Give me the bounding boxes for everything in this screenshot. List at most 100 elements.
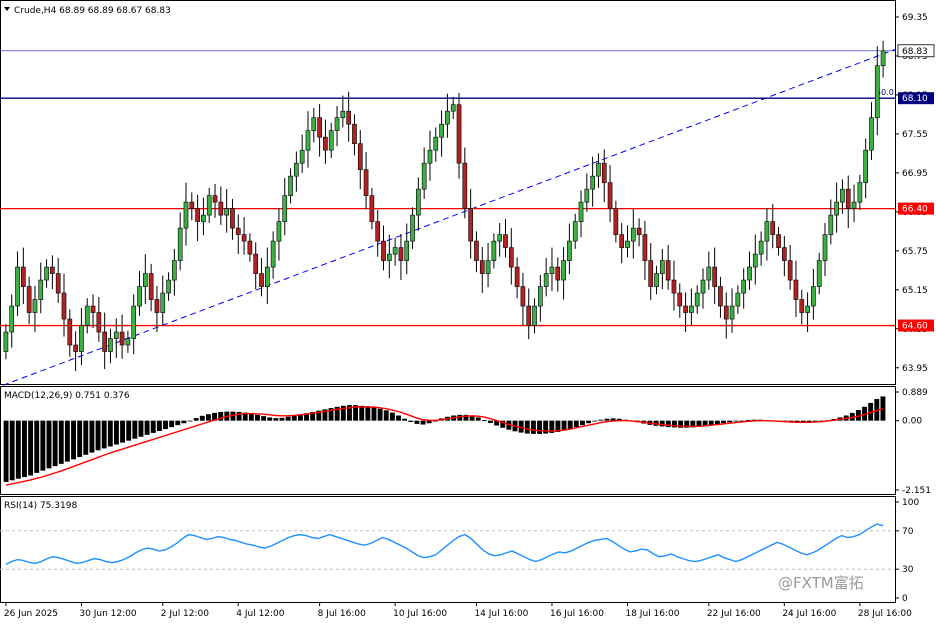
candle-body bbox=[479, 260, 485, 274]
candle-body bbox=[386, 253, 392, 261]
rsi-tick-label: 30 bbox=[902, 565, 914, 575]
candle-body bbox=[357, 143, 363, 170]
candle-body bbox=[630, 227, 636, 242]
candle-body bbox=[660, 260, 665, 274]
candle-body bbox=[462, 162, 468, 209]
candle-body bbox=[166, 279, 171, 294]
candle-body bbox=[369, 195, 375, 222]
rsi-title: RSI(14) 75.3198 bbox=[4, 501, 77, 511]
macd-bar bbox=[733, 420, 739, 422]
candle-body bbox=[578, 201, 584, 222]
candle-body bbox=[532, 305, 537, 326]
candle-body bbox=[665, 260, 671, 281]
candle-body bbox=[549, 266, 555, 274]
candle-body bbox=[125, 338, 131, 346]
macd-bar bbox=[52, 420, 58, 467]
watermark-label: @FXTM富拓 bbox=[778, 574, 864, 592]
x-tick-label: 24 Jul 16:00 bbox=[782, 609, 836, 619]
candle-body bbox=[590, 175, 595, 190]
candle-body bbox=[567, 240, 572, 261]
macd-bar bbox=[402, 418, 408, 421]
candle-body bbox=[572, 221, 578, 242]
macd-bar bbox=[101, 420, 107, 449]
macd-bar bbox=[279, 417, 285, 421]
candle-body bbox=[218, 201, 224, 216]
macd-bar bbox=[481, 420, 487, 421]
candle-body bbox=[253, 253, 259, 274]
x-tick-label: 16 Jul 16:00 bbox=[550, 609, 604, 619]
candle-body bbox=[445, 110, 450, 125]
candle-body bbox=[735, 292, 741, 307]
candle-body bbox=[305, 130, 311, 151]
macd-tick-label: -2.151 bbox=[902, 486, 931, 496]
macd-bar bbox=[727, 420, 733, 423]
macd-bar bbox=[267, 417, 273, 421]
macd-bar bbox=[28, 420, 34, 476]
macd-bar bbox=[580, 420, 585, 426]
candle-body bbox=[880, 50, 886, 67]
candle-body bbox=[723, 305, 729, 320]
candle-body bbox=[270, 240, 276, 268]
rsi-tick-label: 0 bbox=[902, 594, 908, 604]
candle-body bbox=[183, 201, 189, 229]
macd-bar bbox=[22, 420, 27, 478]
candle-body bbox=[108, 338, 113, 352]
x-tick-label: 2 Jul 12:00 bbox=[161, 609, 210, 619]
x-tick-label: 26 Jun 2025 bbox=[4, 609, 58, 619]
candle-body bbox=[787, 260, 793, 281]
candle-body bbox=[741, 279, 747, 294]
macd-bar bbox=[420, 420, 426, 425]
candle-body bbox=[317, 117, 322, 138]
candle-body bbox=[15, 266, 20, 307]
candle-body bbox=[648, 260, 654, 287]
candle-body bbox=[869, 117, 874, 151]
candle-body bbox=[503, 234, 508, 248]
candle-body bbox=[857, 182, 863, 203]
macd-bar bbox=[163, 420, 168, 430]
candle-body bbox=[596, 162, 601, 177]
candle-body bbox=[137, 286, 142, 307]
candle-body bbox=[398, 247, 404, 261]
candle-body bbox=[689, 305, 694, 313]
price-tag-label: 66.40 bbox=[902, 205, 928, 215]
candle-body bbox=[433, 136, 439, 151]
candle-body bbox=[189, 201, 195, 209]
candle-body bbox=[346, 110, 351, 125]
y-tick-label: 63.95 bbox=[902, 364, 928, 374]
macd-bar bbox=[537, 420, 542, 434]
candle-body bbox=[793, 279, 799, 300]
candle-body bbox=[538, 286, 543, 307]
candle-body bbox=[497, 234, 503, 242]
candle-body bbox=[44, 266, 49, 281]
candle-body bbox=[601, 162, 607, 183]
macd-bar bbox=[187, 420, 193, 422]
macd-bar bbox=[408, 420, 414, 422]
macd-panel-frame bbox=[0, 386, 896, 495]
x-tick-label: 30 Jun 12:00 bbox=[79, 609, 136, 619]
rsi-tick-label: 100 bbox=[902, 498, 919, 508]
candle-body bbox=[764, 221, 770, 242]
macd-bar bbox=[475, 417, 481, 421]
macd-tick-label: 0.00 bbox=[902, 417, 922, 427]
macd-bar bbox=[199, 415, 205, 421]
candle-body bbox=[404, 240, 410, 261]
macd-bar bbox=[389, 412, 395, 421]
candle-body bbox=[816, 260, 822, 287]
candle-body bbox=[671, 279, 677, 294]
candle-body bbox=[840, 188, 845, 203]
candle-body bbox=[328, 130, 334, 151]
macd-bar bbox=[285, 416, 291, 421]
macd-bar bbox=[95, 420, 101, 451]
x-tick-label: 18 Jul 16:00 bbox=[625, 609, 679, 619]
price-tag-label: 64.60 bbox=[902, 322, 928, 332]
macd-bar bbox=[205, 414, 211, 421]
candle-body bbox=[543, 273, 549, 287]
candle-body bbox=[782, 247, 787, 261]
macd-bar bbox=[120, 420, 126, 443]
x-tick-label: 10 Jul 16:00 bbox=[393, 609, 447, 619]
candle-body bbox=[845, 188, 851, 209]
candle-body bbox=[50, 266, 55, 274]
y-tick-label: 66.95 bbox=[902, 169, 928, 179]
macd-bar bbox=[64, 420, 70, 462]
macd-bar bbox=[426, 420, 432, 424]
